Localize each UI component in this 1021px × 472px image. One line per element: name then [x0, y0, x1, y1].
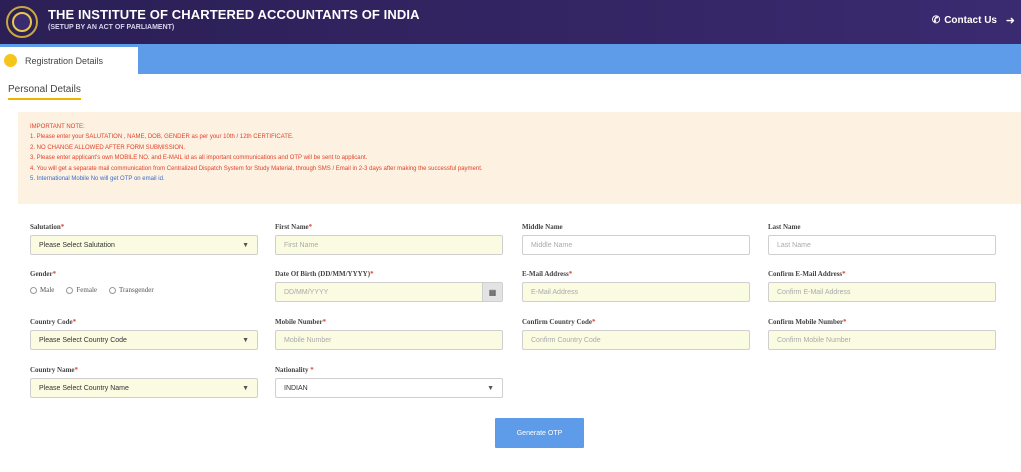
salutation-label: Salutation: [30, 223, 61, 231]
gender-female-radio[interactable]: Female: [66, 286, 97, 294]
first-name-label: First Name: [275, 223, 309, 231]
note-heading: IMPORTANT NOTE:: [30, 124, 85, 130]
tab-label: Registration Details: [25, 55, 104, 66]
important-note-box: IMPORTANT NOTE: 1. Please enter your SAL…: [18, 112, 1021, 204]
note-line: 3. Please enter applicant's own MOBILE N…: [30, 155, 368, 162]
dob-input[interactable]: DD/MM/YYYY ▦: [275, 282, 503, 302]
tab-strip: [0, 44, 1021, 74]
chevron-down-icon: ▼: [242, 336, 249, 344]
nationality-select[interactable]: INDIAN ▼: [275, 378, 503, 398]
country-code-label: Country Code: [30, 318, 73, 326]
site-subtitle: (SETUP BY AN ACT OF PARLIAMENT): [48, 24, 175, 31]
calendar-icon[interactable]: ▦: [482, 283, 502, 301]
note-line: 4. You will get a separate mail communic…: [30, 165, 483, 172]
middle-name-label: Middle Name: [522, 223, 563, 231]
mobile-input[interactable]: Mobile Number: [275, 330, 503, 350]
confirm-mobile-label: Confirm Mobile Number: [768, 318, 844, 326]
chevron-down-icon: ▼: [242, 241, 249, 249]
country-code-select[interactable]: Please Select Country Code ▼: [30, 330, 258, 350]
gender-male-radio[interactable]: Male: [30, 286, 54, 294]
note-info-line: 5. International Mobile No will get OTP …: [30, 176, 165, 183]
confirm-email-input[interactable]: Confirm E-Mail Address: [768, 282, 996, 302]
country-name-select[interactable]: Please Select Country Name ▼: [30, 378, 258, 398]
email-input[interactable]: E-Mail Address: [522, 282, 750, 302]
chevron-down-icon: ▼: [487, 384, 494, 392]
confirm-mobile-input[interactable]: Confirm Mobile Number: [768, 330, 996, 350]
note-line: 1. Please enter your SALUTATION , NAME, …: [30, 134, 294, 141]
logout-icon[interactable]: ➜: [1006, 14, 1015, 27]
tab-status-dot-icon: [4, 54, 17, 67]
dob-label: Date Of Birth (DD/MM/YYYY): [275, 270, 371, 278]
phone-icon: ✆: [931, 15, 941, 26]
salutation-select[interactable]: Please Select Salutation ▼: [30, 235, 258, 255]
tab-registration-details[interactable]: Registration Details: [0, 47, 138, 74]
top-header: THE INSTITUTE OF CHARTERED ACCOUNTANTS O…: [0, 0, 1021, 44]
gender-label: Gender: [30, 270, 53, 278]
first-name-input[interactable]: First Name: [275, 235, 503, 255]
middle-name-input[interactable]: Middle Name: [522, 235, 750, 255]
email-label: E-Mail Address: [522, 270, 569, 278]
generate-otp-button[interactable]: Generate OTP: [495, 418, 584, 448]
contact-us-link[interactable]: ✆ Contact Us: [932, 15, 997, 26]
nationality-label: Nationality: [275, 366, 309, 374]
confirm-email-label: Confirm E-Mail Address: [768, 270, 843, 278]
last-name-label: Last Name: [768, 223, 801, 231]
gender-radio-group: Male Female Transgender: [30, 286, 154, 294]
gender-transgender-radio[interactable]: Transgender: [109, 286, 154, 294]
note-line: 2. NO CHANGE ALLOWED AFTER FORM SUBMISSI…: [30, 144, 186, 151]
icai-logo: [6, 6, 38, 38]
last-name-input[interactable]: Last Name: [768, 235, 996, 255]
mobile-label: Mobile Number: [275, 318, 323, 326]
contact-us-label: Contact Us: [944, 15, 997, 26]
section-heading: Personal Details: [8, 84, 81, 100]
site-title: THE INSTITUTE OF CHARTERED ACCOUNTANTS O…: [48, 7, 420, 22]
country-name-label: Country Name: [30, 366, 75, 374]
confirm-country-code-label: Confirm Country Code: [522, 318, 592, 326]
chevron-down-icon: ▼: [242, 384, 249, 392]
confirm-country-code-input[interactable]: Confirm Country Code: [522, 330, 750, 350]
